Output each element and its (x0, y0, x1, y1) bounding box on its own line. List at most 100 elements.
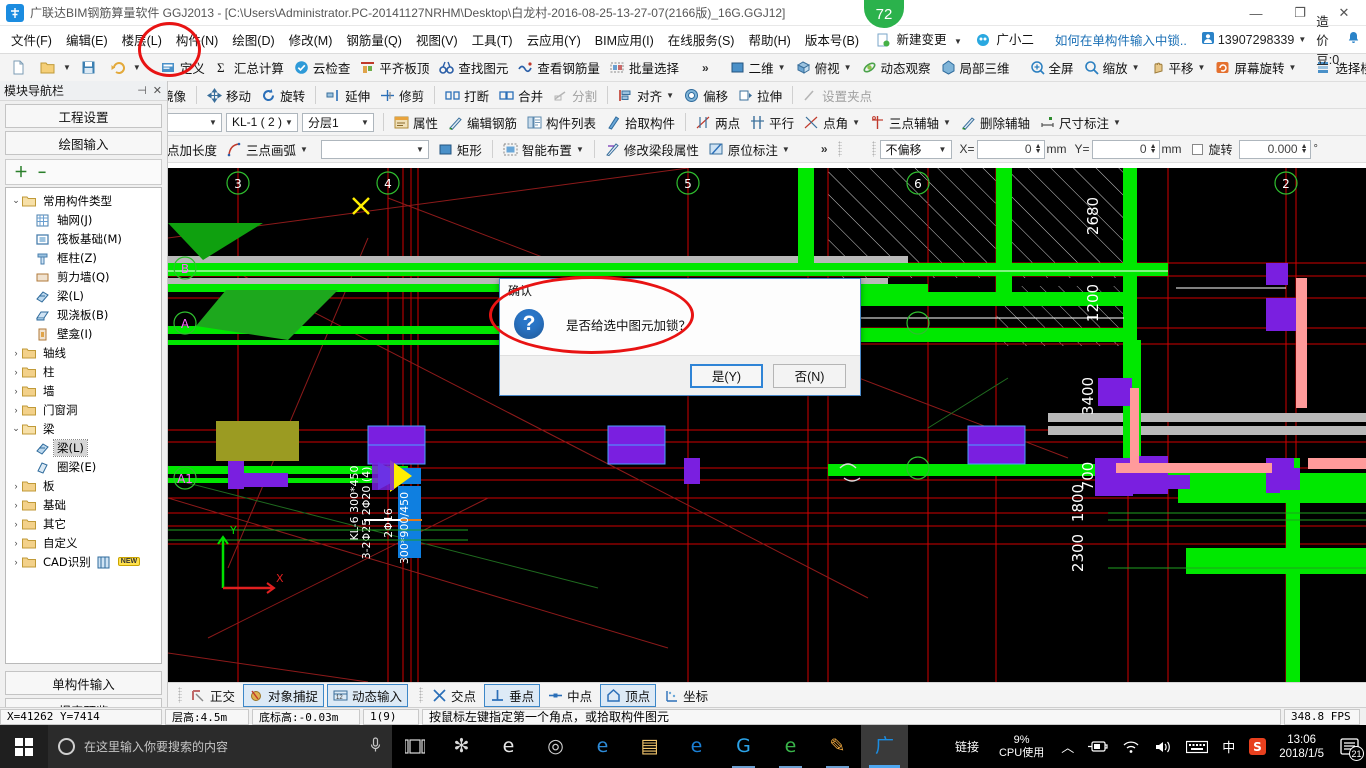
rotate-spinner[interactable]: ▲ ▼ (1301, 143, 1308, 155)
x-spinner[interactable]: ▲ ▼ (1035, 143, 1042, 155)
chevron-right-icon[interactable]: › (10, 367, 22, 377)
rotate-button[interactable]: 旋转 (256, 84, 310, 107)
app-edge[interactable]: e (579, 725, 626, 768)
arc-chevron-down-icon[interactable]: ▼ (300, 145, 308, 154)
tree-item-门窗洞[interactable]: › 门窗洞 (6, 400, 161, 419)
topview-chevron-down-icon[interactable]: ▼ (844, 63, 852, 72)
dynamic-input-toggle[interactable]: 12 动态输入 (327, 683, 409, 707)
move-button[interactable]: 移动 (202, 84, 256, 107)
app-ie-outline[interactable]: e (485, 725, 532, 768)
set-grip-button[interactable]: 设置夹点 (798, 84, 877, 107)
point-angle-chevron-down-icon[interactable]: ▼ (852, 118, 860, 127)
chevron-right-icon[interactable]: › (10, 538, 22, 548)
tree-item-基础[interactable]: › 基础 (6, 495, 161, 514)
twod-chevron-down-icon[interactable]: ▼ (778, 63, 786, 72)
perpendicular-toggle[interactable]: 垂点 (484, 683, 541, 707)
delete-axis-button[interactable]: 删除辅轴 (956, 111, 1035, 134)
align-button[interactable]: 对齐 ▼ (613, 84, 679, 107)
tree-item-其它[interactable]: › 其它 (6, 514, 161, 533)
tree-item-梁[interactable]: ⌄ 梁 (6, 419, 161, 438)
view-rebar-qty-button[interactable]: 查看钢筋量 (513, 56, 605, 79)
component-list-button[interactable]: 构件列表 (522, 111, 601, 134)
app-spiral[interactable]: ◎ (532, 725, 579, 768)
start-button[interactable] (0, 725, 48, 768)
menu-component[interactable]: 构件(N) (169, 27, 225, 52)
bell-icon[interactable] (1347, 31, 1360, 48)
two-point-button[interactable]: 两点 (691, 111, 745, 134)
menu-bim-app[interactable]: BIM应用(I) (588, 27, 661, 52)
hint-link[interactable]: 如何在单构件输入中锁.. (1055, 30, 1187, 49)
menu-cloud-app[interactable]: 云应用(Y) (520, 27, 588, 52)
tree-item-现浇板b[interactable]: 现浇板(B) (6, 305, 161, 324)
cad-drawing[interactable]: 34 56 2 BA A1 2680 1200 3400 700 1800 23… (168, 168, 1366, 682)
define-button[interactable]: 定义 (156, 56, 210, 79)
tree-item-剪力墙q[interactable]: 剪力墙(Q) (6, 267, 161, 286)
stretch-button[interactable]: 拉伸 (733, 84, 787, 107)
tree-item-自定义[interactable]: › 自定义 (6, 533, 161, 552)
rotate-checkbox[interactable] (1191, 143, 1203, 155)
account-chevron-down-icon[interactable]: ▼ (1298, 35, 1306, 44)
cloud-check-button[interactable]: 云检查 (289, 56, 356, 79)
pick-component-button[interactable]: 拾取构件 (601, 111, 680, 134)
app-pinwheel[interactable]: ✻ (438, 725, 485, 768)
cad-canvas-area[interactable]: 34 56 2 BA A1 2680 1200 3400 700 1800 23… (168, 168, 1366, 682)
trim-button[interactable]: 修剪 (375, 84, 429, 107)
dimension-button[interactable]: 尺寸标注 ▼ (1035, 111, 1126, 134)
offset-button[interactable]: 偏移 (679, 84, 733, 107)
edit-rebar-button[interactable]: 编辑钢筋 (443, 111, 522, 134)
chevron-right-icon[interactable]: › (10, 348, 22, 358)
twod-view-button[interactable]: 二维 ▼ (725, 56, 791, 79)
batch-select-button[interactable]: 批量选择 (605, 56, 684, 79)
chevron-right-icon[interactable]: › (10, 557, 22, 567)
chevron-down-icon[interactable]: ⌄ (10, 423, 22, 434)
remove-icon[interactable]: − (38, 164, 46, 180)
rotate-input[interactable]: 0.000 ▲ ▼ (1238, 139, 1311, 159)
new-change-button[interactable]: 新建变更 ▼ (870, 26, 969, 52)
smart-layout-button[interactable]: 智能布置 ▼ (498, 138, 589, 161)
chevron-right-icon[interactable]: › (10, 481, 22, 491)
tree-item-墙[interactable]: › 墙 (6, 381, 161, 400)
tree-item-圈梁e[interactable]: 圈梁(E) (6, 457, 161, 476)
sogou-icon[interactable]: S (1249, 738, 1267, 755)
keyboard-icon[interactable] (1186, 740, 1209, 754)
local-3d-button[interactable]: 局部三维 (936, 56, 1015, 79)
align-slab-top-button[interactable]: 平齐板顶 (355, 56, 434, 79)
undo-button[interactable]: ▼ (105, 58, 146, 77)
layer-select[interactable]: 分层1 ▼ (302, 112, 374, 132)
chevron-right-icon[interactable]: › (10, 500, 22, 510)
tree-item-梁l[interactable]: 梁(L) (6, 438, 161, 457)
menu-help[interactable]: 帮助(H) (741, 27, 797, 52)
intersection-toggle[interactable]: 交点 (427, 685, 481, 706)
chevron-right-icon[interactable]: › (10, 519, 22, 529)
summary-calc-button[interactable]: Σ 汇总计算 (210, 56, 289, 79)
pin-icon[interactable]: ⊣ (137, 84, 147, 97)
drawing-input-button[interactable]: 绘图输入 (5, 131, 162, 155)
assistant-button[interactable]: 广小二 (969, 26, 1041, 52)
component-tree[interactable]: ⌄ 常用构件类型 轴网(J) 筏板基础(M) 框柱(Z) 剪力墙(Q) 梁(L) 现浇板(B)… (5, 187, 162, 664)
app-glodon-ggj[interactable]: 广 (861, 725, 908, 768)
menu-draw[interactable]: 绘图(D) (225, 27, 281, 52)
new-doc-button[interactable] (6, 58, 35, 77)
menu-view[interactable]: 视图(V) (409, 27, 465, 52)
tree-item-板[interactable]: › 板 (6, 476, 161, 495)
dynamic-observe-button[interactable]: 动态观察 (857, 56, 936, 79)
find-element-button[interactable]: 查找图元 (434, 56, 513, 79)
ime-indicator[interactable]: 中 (1222, 737, 1235, 756)
taskbar-clock[interactable]: 13:06 2018/1/5 (1279, 733, 1324, 761)
app-green-browser[interactable]: e (767, 725, 814, 768)
top-view-button[interactable]: 俯视 ▼ (791, 56, 857, 79)
menu-edit[interactable]: 编辑(E) (59, 27, 115, 52)
toolbar4-overflow-button[interactable]: » (815, 142, 834, 156)
smart-layout-chevron-down-icon[interactable]: ▼ (576, 145, 584, 154)
break-button[interactable]: 打断 (440, 84, 494, 107)
offset-grip-2[interactable] (871, 141, 876, 157)
app-360-browser[interactable]: G (720, 725, 767, 768)
dimension-chevron-down-icon[interactable]: ▼ (1113, 118, 1121, 127)
no-button[interactable]: 否(N) (773, 363, 846, 388)
task-view-button[interactable] (392, 725, 438, 768)
app-file-explorer[interactable]: ▤ (626, 725, 673, 768)
tree-item-梁l[interactable]: 梁(L) (6, 286, 161, 305)
single-component-input-button[interactable]: 单构件输入 (5, 671, 162, 695)
project-settings-button[interactable]: 工程设置 (5, 104, 162, 128)
menu-rebar-qty[interactable]: 钢筋量(Q) (339, 27, 409, 52)
